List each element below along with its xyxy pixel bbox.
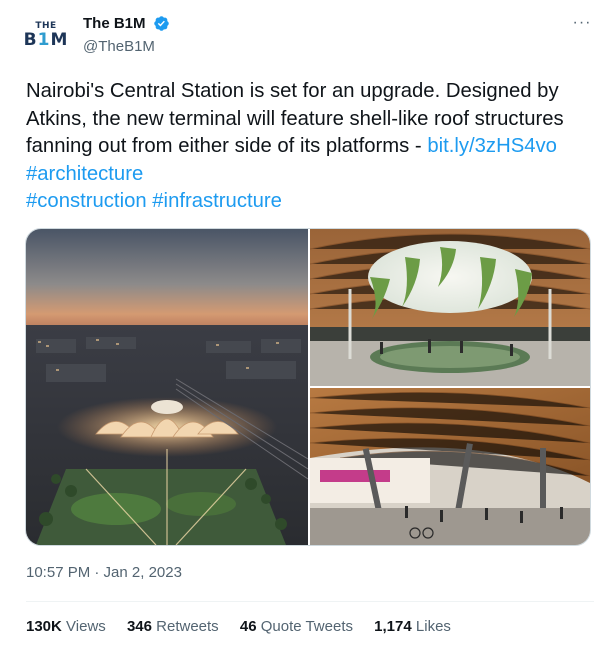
tweet-text: Nairobi's Central Station is set for an … [26, 78, 596, 216]
avatar[interactable]: THE B1M [21, 12, 71, 62]
likes-count: 1,174 [374, 618, 412, 635]
views-label: Views [66, 618, 106, 635]
tweet-timestamp[interactable]: 10:57 PM · Jan 2, 2023 [26, 564, 182, 581]
likes-stat[interactable]: 1,174 Likes [374, 618, 451, 635]
author-display-name[interactable]: The B1M [83, 15, 146, 32]
views-count: 130K [26, 618, 62, 635]
divider [26, 601, 594, 602]
tweet-link[interactable]: bit.ly/3zHS4vo [427, 135, 557, 157]
hashtag-infrastructure[interactable]: #infrastructure [152, 190, 282, 212]
avatar-logo-1: 1 [37, 30, 51, 50]
tweet-stats: 130K Views 346 Retweets 46 Quote Tweets … [26, 618, 468, 635]
hashtag-construction[interactable]: #construction [26, 190, 147, 212]
quote-tweets-label: Quote Tweets [260, 618, 353, 635]
retweets-count: 346 [126, 618, 152, 635]
media-image-platform[interactable] [310, 388, 590, 545]
quote-tweets-count: 46 [239, 618, 257, 635]
more-horizontal-icon[interactable]: ··· [568, 14, 596, 36]
retweets-label: Retweets [156, 618, 219, 635]
media-grid [25, 228, 591, 546]
views-stat[interactable]: 130K Views [26, 618, 106, 635]
retweets-stat[interactable]: 346 Retweets [127, 618, 219, 635]
avatar-logo-m: M [50, 30, 69, 50]
media-image-aerial[interactable] [26, 229, 308, 545]
likes-label: Likes [415, 618, 451, 635]
author-name-block: The B1M @TheB1M [83, 15, 170, 55]
author-handle[interactable]: @TheB1M [83, 38, 170, 55]
avatar-logo-b: B [23, 30, 38, 50]
tweet-card: THE B1M The B1M @TheB1M ··· Nairobi's Ce… [0, 0, 616, 649]
avatar-logo-main: B1M [23, 30, 69, 50]
verified-badge-icon [153, 15, 170, 32]
quote-tweets-stat[interactable]: 46 Quote Tweets [240, 618, 353, 635]
hashtag-architecture[interactable]: #architecture [26, 163, 143, 185]
media-image-interior[interactable] [310, 229, 590, 386]
tweet-header: THE B1M The B1M @TheB1M ··· [21, 12, 596, 62]
